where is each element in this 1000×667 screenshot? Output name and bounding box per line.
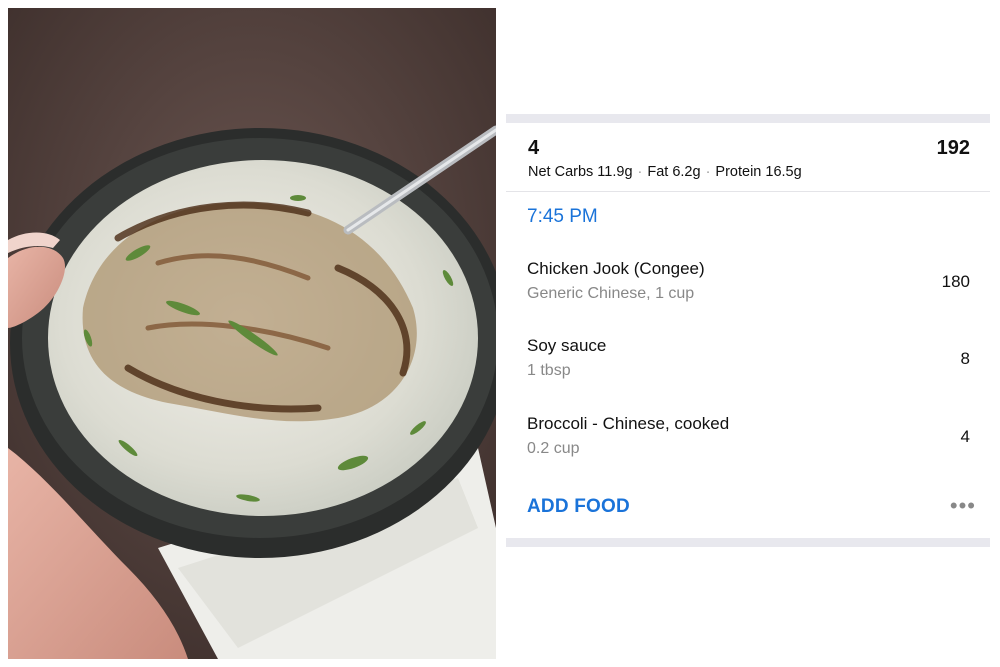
net-carbs: Net Carbs 11.9g (528, 164, 633, 180)
food-description: 1 tbsp (527, 362, 571, 379)
add-food-button[interactable]: ADD FOOD (527, 496, 630, 518)
food-calories: 4 (960, 427, 970, 446)
separator-dot: · (637, 164, 643, 180)
food-log-panel: 4 192 Net Carbs 11.9g · Fat 6.2g · Protein 1… (505, 0, 1000, 667)
separator-dot: · (705, 164, 711, 180)
protein: Protein 16.5g (715, 164, 802, 180)
more-horizontal-icon[interactable]: ••• (950, 495, 976, 517)
meal-number: 4 (528, 137, 540, 159)
food-calories: 180 (941, 272, 970, 291)
meal-summary[interactable]: 4 192 Net Carbs 11.9g · Fat 6.2g · Protein 1… (506, 123, 990, 193)
food-item-soy-sauce[interactable]: Soy sauce 1 tbsp 8 (505, 336, 990, 406)
section-separator-top (506, 114, 990, 123)
meal-time[interactable]: 7:45 PM (527, 206, 598, 228)
food-description: Generic Chinese, 1 cup (527, 285, 695, 302)
section-separator-bottom (506, 538, 990, 547)
food-photo (8, 8, 496, 659)
food-calories: 8 (960, 349, 970, 368)
meal-total-calories: 192 (936, 137, 970, 159)
food-name: Broccoli - Chinese, cooked (527, 414, 730, 433)
food-description: 0.2 cup (527, 440, 580, 457)
macro-summary: Net Carbs 11.9g · Fat 6.2g · Protein 16.5g (528, 164, 802, 180)
food-name: Soy sauce (527, 336, 607, 355)
food-item-broccoli[interactable]: Broccoli - Chinese, cooked 0.2 cup 4 (505, 414, 990, 484)
fat: Fat 6.2g (647, 164, 701, 180)
food-item-chicken-jook[interactable]: Chicken Jook (Congee) Generic Chinese, 1… (505, 259, 990, 329)
divider (506, 191, 990, 192)
food-name: Chicken Jook (Congee) (527, 259, 705, 278)
